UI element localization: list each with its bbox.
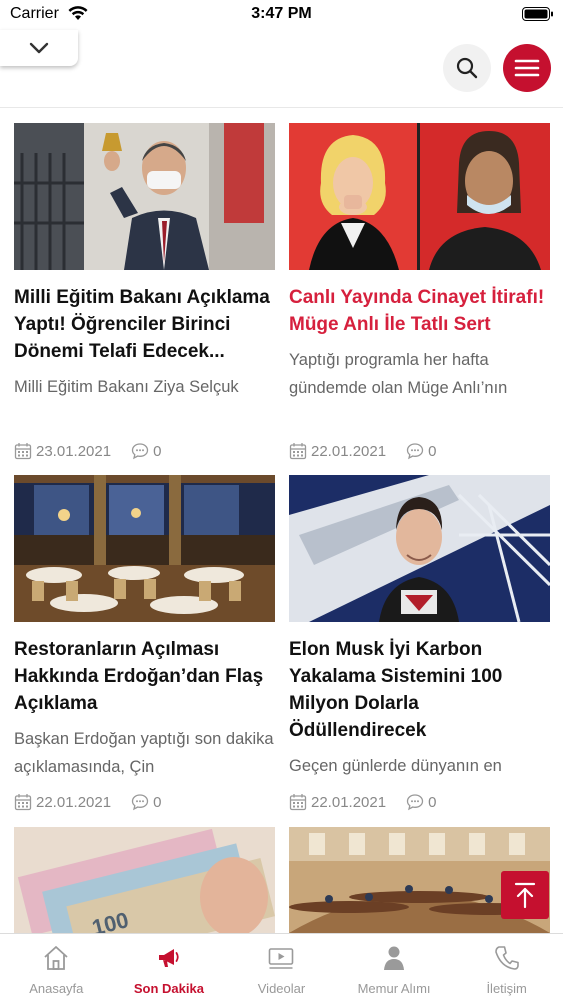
comment-count: 0 <box>153 793 162 811</box>
comment-count: 0 <box>428 793 437 811</box>
tab-videolar[interactable]: Videolar <box>225 934 338 1000</box>
search-icon <box>456 57 478 79</box>
news-date: 22.01.2021 <box>311 793 387 811</box>
news-summary: Geçen günlerde dünyanın en <box>289 757 502 775</box>
tab-label: Memur Alımı <box>357 981 431 996</box>
news-thumbnail[interactable] <box>289 475 550 622</box>
tab-iletisim[interactable]: İletişim <box>450 934 563 1000</box>
news-summary: Yaptığı programla her hafta gündemde ola… <box>289 351 508 397</box>
home-icon <box>44 946 68 970</box>
news-title[interactable]: Restoranların Açılması Hakkında Erdoğan’… <box>14 636 275 717</box>
tab-memur-alimi[interactable]: Memur Alımı <box>338 934 451 1000</box>
person-icon <box>384 946 405 970</box>
news-title[interactable]: Canlı Yayında Cinayet İtirafı! Müge Anlı… <box>289 284 550 338</box>
megaphone-icon <box>158 949 179 967</box>
news-meta: 23.01.2021 0 <box>14 441 161 461</box>
news-thumbnail[interactable] <box>289 123 550 270</box>
calendar-icon <box>289 794 307 811</box>
comment-count: 0 <box>153 442 162 460</box>
news-meta: 22.01.2021 0 <box>289 441 436 461</box>
comment-icon <box>406 443 424 460</box>
menu-button[interactable] <box>503 44 551 92</box>
news-title[interactable]: Elon Musk İyi Karbon Yakalama Sistemini … <box>289 636 550 744</box>
phone-icon <box>494 946 519 970</box>
chevron-down-icon <box>29 42 49 54</box>
comment-icon <box>131 794 149 811</box>
news-date: 22.01.2021 <box>36 793 112 811</box>
news-summary: Başkan Erdoğan yaptığı son dakika açıkla… <box>14 730 274 776</box>
news-meta: 22.01.2021 0 <box>289 792 436 812</box>
clock: 3:47 PM <box>251 5 312 22</box>
scroll-to-top-button[interactable] <box>501 871 549 919</box>
collapse-button[interactable] <box>0 30 78 66</box>
news-card[interactable]: 100 <box>14 827 275 933</box>
comment-icon <box>406 794 424 811</box>
tab-anasayfa[interactable]: Anasayfa <box>0 934 113 1000</box>
news-card[interactable]: Restoranların Açılması Hakkında Erdoğan’… <box>14 475 275 781</box>
tab-label: Son Dakika <box>133 981 204 996</box>
calendar-icon <box>14 443 32 460</box>
calendar-icon <box>289 443 307 460</box>
news-meta: 22.01.2021 0 <box>14 792 161 812</box>
news-thumbnail[interactable]: 100 <box>14 827 275 933</box>
tab-label: Anasayfa <box>29 981 84 996</box>
news-card[interactable]: Canlı Yayında Cinayet İtirafı! Müge Anlı… <box>289 123 550 402</box>
news-thumbnail[interactable] <box>14 123 275 270</box>
battery-icon <box>522 7 553 21</box>
arrow-up-icon <box>514 882 536 909</box>
tab-label: Videolar <box>257 981 306 996</box>
news-summary: Milli Eğitim Bakanı Ziya Selçuk <box>14 378 239 396</box>
comment-icon <box>131 443 149 460</box>
calendar-icon <box>14 794 32 811</box>
app-header <box>0 30 563 108</box>
video-icon <box>269 948 294 969</box>
tab-son-dakika[interactable]: Son Dakika <box>113 934 226 1000</box>
bottom-tab-bar: Anasayfa Son Dakika Videolar Memur Alımı… <box>0 933 563 1000</box>
news-card[interactable]: Milli Eğitim Bakanı Açıklama Yaptı! Öğre… <box>14 123 275 401</box>
comment-count: 0 <box>428 442 437 460</box>
tab-label: İletişim <box>486 981 527 996</box>
news-card[interactable]: Elon Musk İyi Karbon Yakalama Sistemini … <box>289 475 550 780</box>
news-thumbnail[interactable] <box>14 475 275 622</box>
hamburger-menu-icon <box>514 59 540 77</box>
news-title[interactable]: Milli Eğitim Bakanı Açıklama Yaptı! Öğre… <box>14 284 275 365</box>
status-bar: Carrier 3:47 PM <box>0 0 563 30</box>
news-date: 22.01.2021 <box>311 442 387 460</box>
news-date: 23.01.2021 <box>36 442 112 460</box>
search-button[interactable] <box>443 44 491 92</box>
